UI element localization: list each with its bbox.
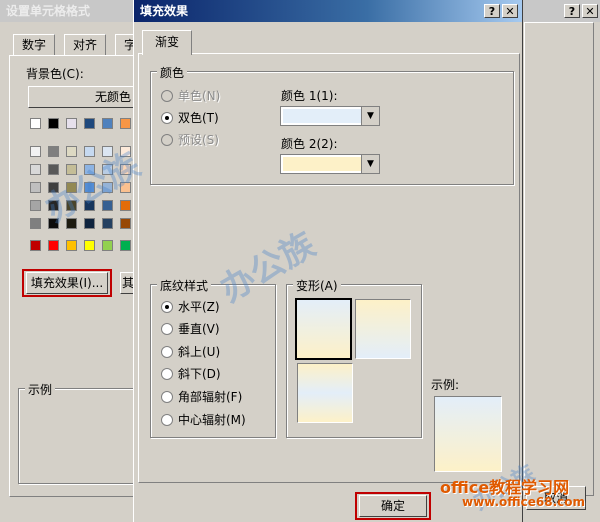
variant-2[interactable] bbox=[355, 299, 411, 359]
radio-horizontal-label: 水平(Z) bbox=[178, 300, 220, 314]
swatch[interactable] bbox=[102, 218, 113, 229]
bg-sample-label: 示例 bbox=[25, 381, 56, 398]
swatch[interactable] bbox=[120, 118, 131, 129]
bg-close-icon[interactable]: ✕ bbox=[582, 4, 598, 18]
swatch[interactable] bbox=[120, 200, 131, 211]
swatch[interactable] bbox=[66, 146, 77, 157]
color2-dropdown[interactable]: ▼ bbox=[280, 154, 380, 174]
radio-vertical-label: 垂直(V) bbox=[178, 322, 220, 336]
swatch[interactable] bbox=[48, 118, 59, 129]
no-color-button[interactable]: 无颜色 bbox=[28, 86, 138, 108]
ok-button[interactable]: 确定 bbox=[359, 495, 427, 517]
bg-help-icon[interactable]: ? bbox=[564, 4, 580, 18]
swatch[interactable] bbox=[30, 146, 41, 157]
radio-preset-label: 预设(S) bbox=[178, 133, 219, 147]
radio-from-corner-label: 角部辐射(F) bbox=[178, 390, 243, 404]
swatch[interactable] bbox=[30, 164, 41, 175]
swatch[interactable] bbox=[48, 240, 59, 251]
radio-diagonal-up[interactable] bbox=[161, 346, 173, 358]
watermark-url: www.office68.com bbox=[462, 495, 586, 509]
swatch[interactable] bbox=[30, 118, 41, 129]
radio-one-color[interactable] bbox=[161, 90, 173, 102]
color2-swatch bbox=[283, 157, 361, 171]
radio-vertical[interactable] bbox=[161, 323, 173, 335]
tab-alignment[interactable]: 对齐 bbox=[64, 34, 107, 55]
tab-number[interactable]: 数字 bbox=[13, 34, 56, 55]
fill-effects-title: 填充效果 bbox=[140, 4, 189, 18]
radio-two-colors-label: 双色(T) bbox=[178, 111, 219, 125]
color1-dropdown[interactable]: ▼ bbox=[280, 106, 380, 126]
sample-label: 示例: bbox=[431, 378, 460, 392]
color1-label: 颜色 1(1): bbox=[281, 89, 338, 103]
variant-1-selected[interactable] bbox=[295, 298, 352, 360]
swatch[interactable] bbox=[120, 240, 131, 251]
format-cells-right-panel bbox=[524, 22, 594, 496]
bg-color-label: 背景色(C): bbox=[26, 67, 84, 81]
swatch[interactable] bbox=[120, 218, 131, 229]
swatch[interactable] bbox=[30, 218, 41, 229]
color2-label: 颜色 2(2): bbox=[281, 137, 338, 151]
radio-diagonal-down-label: 斜下(D) bbox=[178, 367, 221, 381]
fill-effects-dialog: 填充效果 ? ✕ 渐变 颜色 单色(N) 双色(T) 预设(S) 颜色 1(1)… bbox=[133, 0, 523, 522]
chevron-down-icon[interactable]: ▼ bbox=[361, 155, 379, 173]
radio-horizontal[interactable] bbox=[161, 301, 173, 313]
variant-3[interactable] bbox=[297, 363, 353, 423]
format-cells-title: 设置单元格格式 bbox=[6, 4, 91, 18]
chevron-down-icon[interactable]: ▼ bbox=[361, 107, 379, 125]
radio-diagonal-down[interactable] bbox=[161, 368, 173, 380]
colors-group-label: 颜色 bbox=[157, 64, 188, 81]
radio-from-center[interactable] bbox=[161, 414, 173, 426]
radio-from-corner[interactable] bbox=[161, 391, 173, 403]
radio-two-colors[interactable] bbox=[161, 112, 173, 124]
radio-preset[interactable] bbox=[161, 134, 173, 146]
variants-label: 变形(A) bbox=[293, 277, 341, 294]
swatch[interactable] bbox=[84, 240, 95, 251]
swatch[interactable] bbox=[48, 146, 59, 157]
radio-diagonal-up-label: 斜上(U) bbox=[178, 345, 221, 359]
swatch[interactable] bbox=[66, 118, 77, 129]
tab-gradient[interactable]: 渐变 bbox=[142, 30, 193, 55]
fill-effects-button[interactable]: 填充效果(I)... bbox=[26, 272, 108, 294]
swatch[interactable] bbox=[30, 200, 41, 211]
sample-preview bbox=[434, 396, 502, 472]
swatch[interactable] bbox=[48, 164, 59, 175]
help-icon[interactable]: ? bbox=[484, 4, 500, 18]
swatch[interactable] bbox=[84, 218, 95, 229]
fill-effects-title-bar: 填充效果 bbox=[134, 0, 522, 22]
swatch[interactable] bbox=[30, 240, 41, 251]
swatch[interactable] bbox=[102, 118, 113, 129]
swatch[interactable] bbox=[102, 240, 113, 251]
swatch[interactable] bbox=[84, 118, 95, 129]
radio-from-center-label: 中心辐射(M) bbox=[178, 413, 246, 427]
radio-one-color-label: 单色(N) bbox=[178, 89, 221, 103]
color1-swatch bbox=[283, 109, 361, 123]
shading-styles-label: 底纹样式 bbox=[157, 277, 212, 294]
swatch[interactable] bbox=[66, 240, 77, 251]
bg-sample-group: 示例 bbox=[18, 381, 138, 484]
close-icon[interactable]: ✕ bbox=[502, 4, 518, 18]
